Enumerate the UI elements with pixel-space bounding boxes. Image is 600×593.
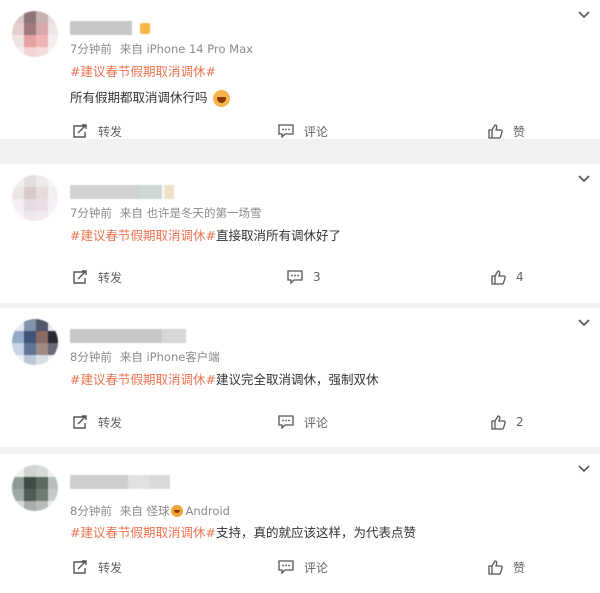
post-text: 支持，真的就应该这样，为代表点赞 [215, 525, 416, 540]
repost-label: 转发 [98, 560, 123, 575]
comment-icon [287, 270, 303, 284]
angry-face-emoji-icon [171, 505, 184, 517]
like-button[interactable]: 赞 [488, 122, 525, 140]
avatar[interactable] [12, 11, 58, 57]
laughing-crying-emoji-icon [212, 89, 230, 107]
post-source: 来自 怪球 [119, 504, 170, 518]
comment-card-4: 8分钟前 来自 怪球 Android #建议春节假期取消调休#支持，真的就应该这样，… [0, 454, 600, 593]
thumbs-up-icon [488, 123, 503, 139]
post-time: 8分钟前 [70, 350, 112, 364]
comment-icon [278, 124, 294, 138]
comment-button[interactable]: 3 [287, 268, 321, 286]
repost-button[interactable]: 转发 [72, 122, 122, 140]
like-button[interactable]: 赞 [488, 558, 525, 576]
repost-button[interactable]: 转发 [72, 558, 122, 576]
repost-icon [73, 414, 87, 429]
comment-label: 评论 [304, 124, 329, 139]
post-content: #建议春节假期取消调休# [70, 63, 216, 81]
repost-icon [73, 559, 87, 574]
comment-count: 3 [313, 270, 321, 284]
chevron-down-icon[interactable] [576, 172, 592, 186]
comment-button[interactable]: 评论 [278, 413, 328, 431]
thumbs-up-icon [491, 269, 506, 285]
repost-icon [73, 123, 87, 138]
repost-button[interactable]: 转发 [72, 413, 122, 431]
post-content: #建议春节假期取消调休#直接取消所有调休好了 [70, 227, 341, 245]
like-label: 赞 [513, 124, 526, 139]
post-text: 直接取消所有调休好了 [215, 228, 341, 243]
post-source-suffix: Android [185, 504, 230, 518]
repost-icon [73, 269, 87, 284]
chevron-down-icon[interactable] [576, 8, 592, 22]
comment-label: 评论 [304, 415, 329, 430]
repost-label: 转发 [98, 415, 123, 430]
comment-card-2: 7分钟前 来自 也许是冬天的第一场雪 #建议春节假期取消调休#直接取消所有调休好了… [0, 164, 600, 303]
comment-card-3: 8分钟前 来自 iPhone客户端 #建议春节假期取消调休#建议完全取消调休，强制… [0, 308, 600, 447]
post-meta: 7分钟前 来自 也许是冬天的第一场雪 [70, 205, 261, 221]
avatar[interactable] [12, 319, 58, 365]
comment-button[interactable]: 评论 [278, 122, 328, 140]
chevron-down-icon[interactable] [576, 316, 592, 330]
like-count: 4 [516, 270, 524, 284]
avatar[interactable] [12, 465, 58, 511]
like-label: 赞 [513, 560, 526, 575]
post-source: 来自 iPhone 14 Pro Max [119, 42, 253, 56]
comment-card-1: 7分钟前 来自 iPhone 14 Pro Max #建议春节假期取消调休# 所有… [0, 0, 600, 139]
post-meta: 8分钟前 来自 怪球 Android [70, 503, 230, 519]
chevron-down-icon[interactable] [576, 462, 592, 476]
like-count: 2 [516, 415, 524, 429]
repost-button[interactable]: 转发 [72, 268, 122, 286]
comment-label: 评论 [304, 560, 329, 575]
post-meta: 8分钟前 来自 iPhone客户端 [70, 349, 220, 365]
post-content: #建议春节假期取消调休#建议完全取消调休，强制双休 [70, 371, 378, 389]
post-content: #建议春节假期取消调休#支持，真的就应该这样，为代表点赞 [70, 524, 416, 542]
comment-icon [278, 560, 294, 574]
thumbs-up-icon [488, 559, 503, 575]
comment-button[interactable]: 评论 [278, 558, 328, 576]
post-time: 7分钟前 [70, 206, 112, 220]
topic-link[interactable]: #建议春节假期取消调休# [70, 228, 216, 243]
post-source: 来自 iPhone客户端 [119, 350, 220, 364]
topic-link[interactable]: #建议春节假期取消调休# [70, 64, 216, 79]
post-content-line2: 所有假期都取消调休行吗 [70, 89, 230, 107]
repost-label: 转发 [98, 270, 123, 285]
thumbs-up-icon [491, 414, 506, 430]
like-button[interactable]: 4 [491, 268, 524, 286]
post-time: 8分钟前 [70, 504, 112, 518]
post-text-line2: 所有假期都取消调休行吗 [70, 90, 208, 105]
avatar[interactable] [12, 175, 58, 221]
post-source: 来自 也许是冬天的第一场雪 [119, 206, 262, 220]
comment-icon [278, 415, 294, 429]
post-text: 建议完全取消调休，强制双休 [215, 372, 379, 387]
topic-link[interactable]: #建议春节假期取消调休# [70, 372, 216, 387]
repost-label: 转发 [98, 124, 123, 139]
post-time: 7分钟前 [70, 42, 112, 56]
weibo-comment-feed: 7分钟前 来自 iPhone 14 Pro Max #建议春节假期取消调休# 所有… [0, 0, 600, 593]
like-button[interactable]: 2 [491, 413, 524, 431]
post-meta: 7分钟前 来自 iPhone 14 Pro Max [70, 41, 253, 57]
topic-link[interactable]: #建议春节假期取消调休# [70, 525, 216, 540]
